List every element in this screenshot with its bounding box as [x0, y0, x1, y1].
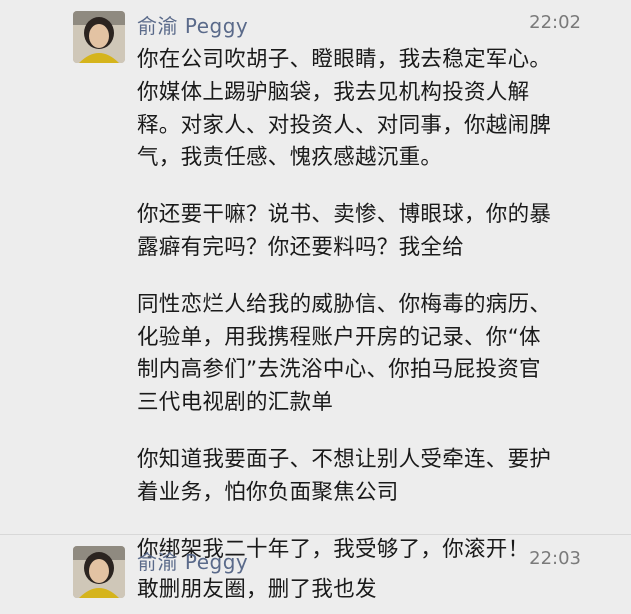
- message-paragraph: 你知道我要面子、不想让别人受牵连、要护 着业务，怕你负面聚焦公司: [137, 444, 607, 510]
- avatar[interactable]: [73, 11, 125, 63]
- sender-name[interactable]: 俞渝 Peggy: [137, 546, 248, 575]
- message-body: 敢删朋友圈，删了我也发: [137, 574, 607, 607]
- avatar[interactable]: [73, 546, 125, 598]
- text-line: 你还要干嘛？说书、卖惨、博眼球，你的暴: [137, 202, 552, 228]
- message-paragraph: 同性恋烂人给我的威胁信、你梅毒的病历、 化验单，用我携程账户开房的记录、你“体 …: [137, 289, 607, 420]
- message-timestamp: 22:02: [529, 12, 581, 33]
- text-line: 三代电视剧的汇款单: [137, 390, 334, 416]
- text-line: 释。对家人、对投资人、对同事，你越闹脾: [137, 112, 552, 138]
- sender-name[interactable]: 俞渝 Peggy: [137, 10, 248, 39]
- chat-message: 俞渝 Peggy 22:02 你在公司吹胡子、瞪眼睛，我去稳定军心。 你媒体上踢…: [0, 0, 631, 562]
- avatar-photo-icon: [73, 546, 125, 598]
- text-line: 你知道我要面子、不想让别人受牵连、要护: [137, 446, 552, 472]
- message-paragraph: 敢删朋友圈，删了我也发: [137, 574, 607, 607]
- text-line: 你在公司吹胡子、瞪眼睛，我去稳定军心。: [137, 47, 552, 72]
- chat-message: 俞渝 Peggy 22:03 敢删朋友圈，删了我也发: [0, 534, 631, 614]
- text-line: 化验单，用我携程账户开房的记录、你“体: [137, 324, 541, 350]
- message-paragraph: 你还要干嘛？说书、卖惨、博眼球，你的暴 露癖有完吗？你还要料吗？我全给: [137, 199, 607, 265]
- text-line: 你媒体上踢驴脑袋，我去见机构投资人解: [137, 79, 530, 105]
- message-paragraph: 你在公司吹胡子、瞪眼睛，我去稳定军心。 你媒体上踢驴脑袋，我去见机构投资人解 释…: [137, 44, 607, 175]
- text-line: 气，我责任感、愧疚感越沉重。: [137, 145, 443, 171]
- text-line: 着业务，怕你负面聚焦公司: [137, 479, 399, 505]
- text-line: 同性恋烂人给我的威胁信、你梅毒的病历、: [137, 291, 552, 317]
- text-line: 制内高参们”去洗浴中心、你拍马屁投资官: [137, 357, 541, 383]
- message-body: 你在公司吹胡子、瞪眼睛，我去稳定军心。 你媒体上踢驴脑袋，我去见机构投资人解 释…: [137, 44, 607, 566]
- message-timestamp: 22:03: [529, 548, 581, 569]
- avatar-photo-icon: [73, 11, 125, 63]
- text-line: 敢删朋友圈，删了我也发: [137, 577, 377, 602]
- text-line: 露癖有完吗？你还要料吗？我全给: [137, 234, 465, 260]
